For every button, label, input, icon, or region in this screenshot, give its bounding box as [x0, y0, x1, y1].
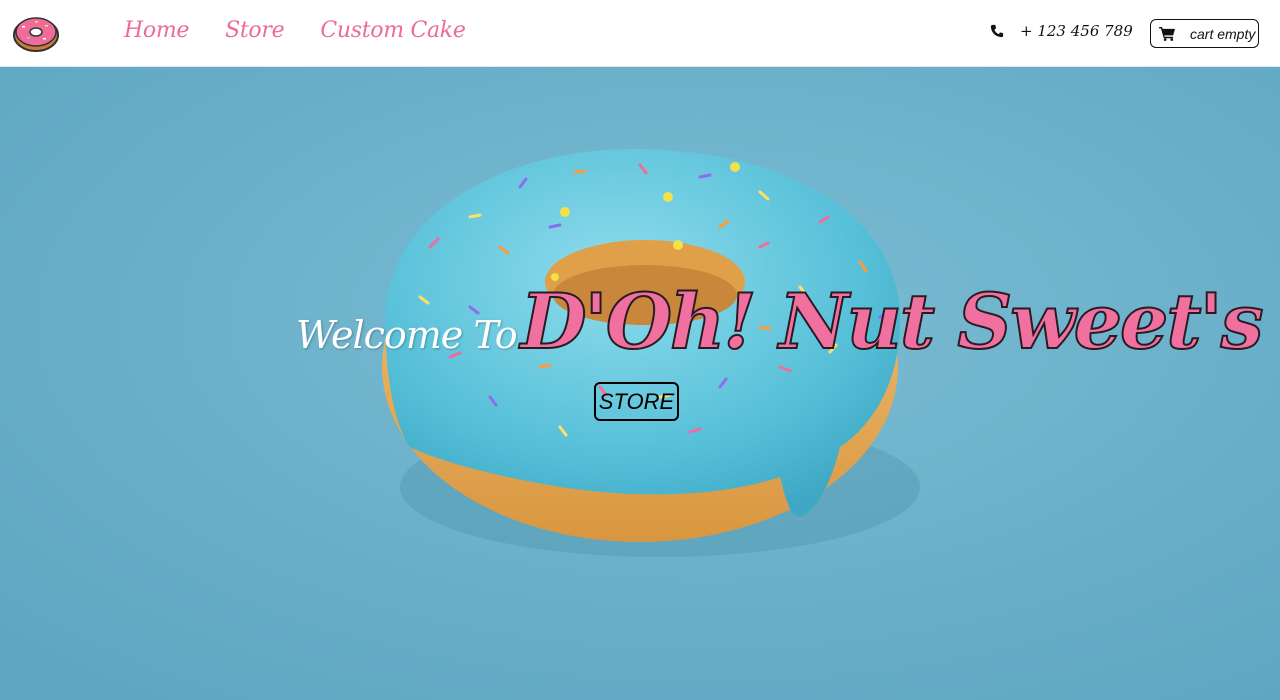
main-nav: Home Store Custom Cake — [124, 18, 466, 43]
store-button[interactable]: STORE — [594, 382, 679, 421]
brand-title: D'Oh! Nut Sweet's — [520, 276, 1265, 367]
cart-label: cart empty — [1190, 25, 1256, 42]
hero-headline: Welcome To D'Oh! Nut Sweet's — [296, 276, 1265, 367]
donut-logo-icon[interactable] — [13, 13, 59, 53]
phone-icon — [990, 24, 1004, 38]
phone-number: + 123 456 789 — [1020, 22, 1133, 40]
hero-section: Welcome To D'Oh! Nut Sweet's STORE — [0, 67, 1280, 700]
nav-link-store[interactable]: Store — [225, 18, 285, 43]
welcome-text: Welcome To — [296, 313, 518, 357]
cart-button[interactable]: cart empty — [1150, 19, 1259, 48]
cart-icon — [1159, 26, 1175, 41]
nav-link-home[interactable]: Home — [124, 18, 189, 43]
phone-contact[interactable]: + 123 456 789 — [990, 22, 1133, 40]
navbar: Home Store Custom Cake + 123 456 789 car… — [0, 0, 1280, 67]
nav-link-custom-cake[interactable]: Custom Cake — [320, 18, 466, 43]
